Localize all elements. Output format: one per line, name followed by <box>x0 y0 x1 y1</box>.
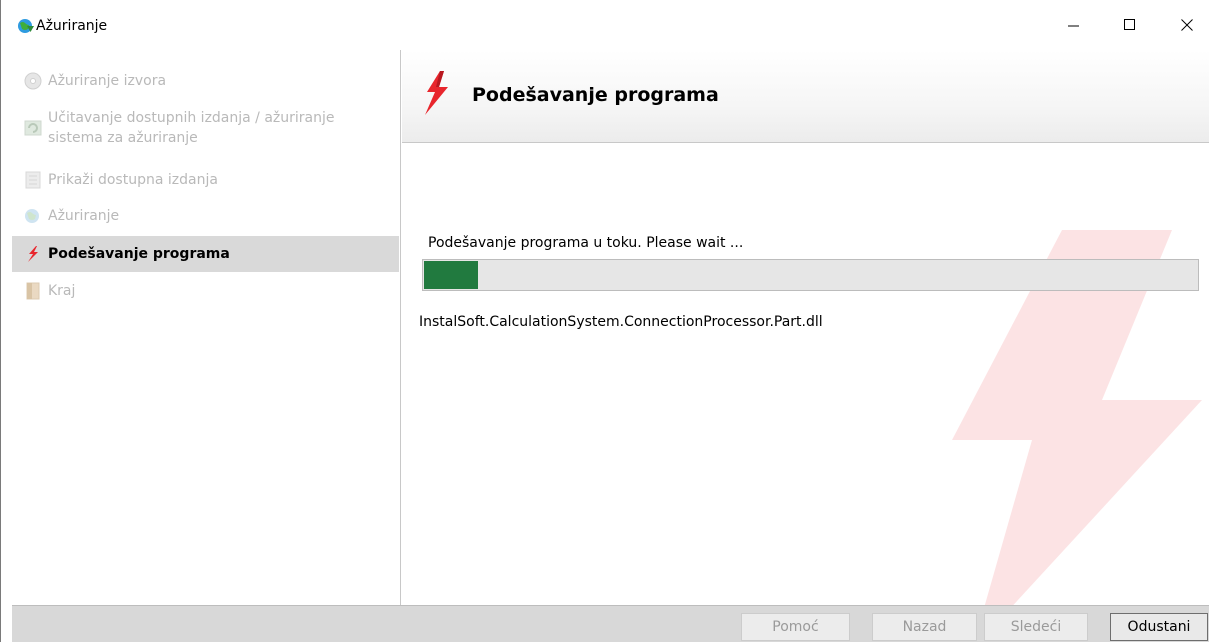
step-label: Kraj <box>48 283 76 299</box>
progress-bar <box>422 259 1199 291</box>
step-item-update: Ažuriranje <box>12 206 399 228</box>
wizard-steps-sidebar: Ažuriranje izvora Učitavanje dostupnih i… <box>12 50 401 605</box>
step-item-loading-releases: Učitavanje dostupnih izdanja / ažuriranj… <box>12 108 399 152</box>
globe-update-icon <box>25 209 39 223</box>
step-item-source-update: Ažuriranje izvora <box>12 71 399 93</box>
maximize-icon <box>1124 19 1135 30</box>
close-icon <box>1181 19 1193 31</box>
step-item-show-releases: Prikaži dostupna izdanja <box>12 170 399 192</box>
button-bar: Pomoć Nazad Sledeći Odustani <box>12 605 1209 642</box>
back-button[interactable]: Nazad <box>872 613 977 641</box>
minimize-icon <box>1068 25 1079 27</box>
minimize-button[interactable] <box>1051 0 1097 50</box>
update-globe-app-icon <box>18 19 34 33</box>
step-label: Učitavanje dostupnih izdanja / ažuriranj… <box>48 110 335 146</box>
refresh-icon <box>24 120 42 136</box>
updater-window: Ažuriranje Ažuriranje izvora Učitavanje … <box>0 0 1209 642</box>
progress-bar-fill <box>424 261 478 289</box>
close-button[interactable] <box>1164 0 1209 50</box>
step-label: Podešavanje programa <box>48 246 230 262</box>
step-label: Ažuriranje izvora <box>48 73 167 89</box>
title-bar[interactable]: Ažuriranje <box>1 0 1209 50</box>
page-title: Podešavanje programa <box>472 84 719 106</box>
window-title: Ažuriranje <box>36 18 108 34</box>
document-icon <box>25 171 41 189</box>
help-button[interactable]: Pomoć <box>741 613 850 641</box>
step-label: Prikaži dostupna izdanja <box>48 172 218 188</box>
disc-icon <box>24 72 42 90</box>
main-panel: Podešavanje programa Podešavanje program… <box>402 50 1209 605</box>
lightning-icon <box>425 71 448 115</box>
maximize-button[interactable] <box>1107 0 1153 50</box>
step-label: Ažuriranje <box>48 208 120 224</box>
step-item-program-setup: Podešavanje programa <box>12 236 399 272</box>
next-button[interactable]: Sledeći <box>984 613 1088 641</box>
exit-door-icon <box>26 282 40 300</box>
page-header: Podešavanje programa <box>402 50 1209 143</box>
cancel-button[interactable]: Odustani <box>1110 613 1208 641</box>
current-file-label: InstalSoft.CalculationSystem.ConnectionP… <box>419 314 823 330</box>
status-text: Podešavanje programa u toku. Please wait… <box>428 235 744 251</box>
step-item-end: Kraj <box>12 281 399 303</box>
lightning-icon <box>28 246 38 262</box>
